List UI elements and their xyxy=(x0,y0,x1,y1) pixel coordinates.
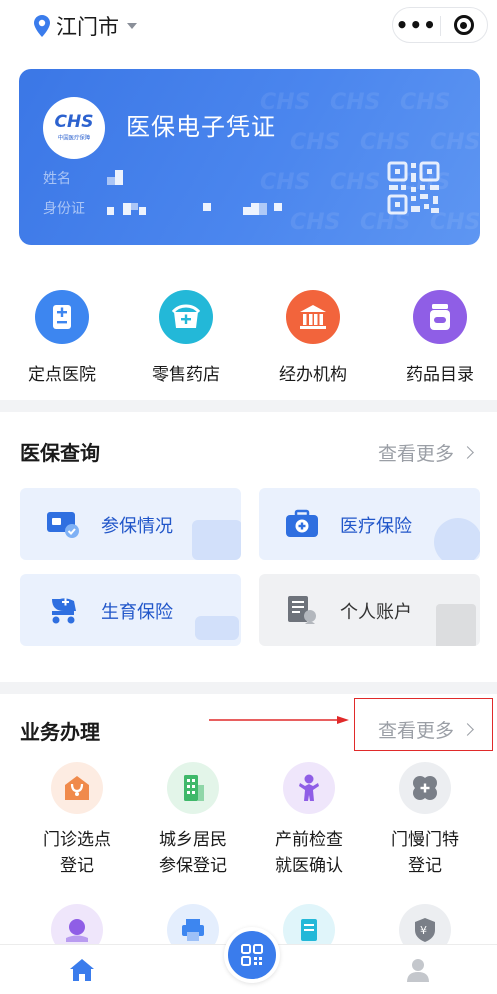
section-title: 业务办理 xyxy=(20,720,100,744)
chs-logo-text: CHS xyxy=(54,112,94,132)
tile-watermark xyxy=(434,518,480,560)
service-label-line2: 就医确认 xyxy=(275,856,343,876)
query-tile-personal-account[interactable]: 个人账户 xyxy=(259,574,480,646)
more-dots-icon: ••• xyxy=(395,13,437,37)
scan-button[interactable] xyxy=(224,927,280,983)
card-title: 医保电子凭证 xyxy=(126,113,276,141)
quick-entry-hospital[interactable]: 定点医院 xyxy=(7,290,117,385)
svg-text:CHS: CHS xyxy=(330,170,380,195)
insured-card-icon xyxy=(47,512,79,538)
svg-text:CHS: CHS xyxy=(330,90,380,115)
qr-scan-icon xyxy=(241,944,263,966)
service-label-line1: 门慢门特 xyxy=(391,830,459,850)
home-icon xyxy=(70,959,94,981)
tile-label: 医疗保险 xyxy=(340,516,412,537)
service-label-line2: 登记 xyxy=(408,856,442,876)
chs-logo-subtitle: 中国医疗保障 xyxy=(57,135,91,142)
name-label: 姓名 xyxy=(43,171,71,187)
service-resident-enrollment[interactable]: 城乡居民 参保登记 xyxy=(133,762,253,879)
svg-text:CHS: CHS xyxy=(260,170,310,195)
top-bar: 江门市 ••• xyxy=(0,0,497,52)
account-book-icon xyxy=(288,596,316,624)
query-tile-medical-insurance[interactable]: 医疗保险 xyxy=(259,488,480,560)
clinic-select-icon xyxy=(51,762,103,814)
tile-label: 个人账户 xyxy=(340,602,412,623)
tab-home[interactable] xyxy=(62,957,102,987)
location-selector[interactable]: 江门市 xyxy=(34,11,137,41)
city-name: 江门市 xyxy=(56,15,119,39)
qr-code-icon[interactable] xyxy=(387,161,440,215)
query-more-link[interactable]: 查看更多 xyxy=(378,439,474,466)
quick-entry-pharmacy[interactable]: 零售药店 xyxy=(131,290,241,385)
query-tile-maternity-insurance[interactable]: 生育保险 xyxy=(20,574,241,646)
id-label: 身份证 xyxy=(43,201,85,217)
chevron-right-icon xyxy=(461,446,474,459)
mini-program-capsule: ••• xyxy=(392,7,488,43)
annotation-highlight-box xyxy=(354,698,493,751)
service-prenatal-check[interactable]: 产前检查 就医确认 xyxy=(249,762,369,879)
service-chronic-care[interactable]: 门慢门特 登记 xyxy=(365,762,485,879)
quick-entry-label: 定点医院 xyxy=(28,365,96,385)
quick-entry-label: 经办机构 xyxy=(279,365,347,385)
pharmacy-icon xyxy=(159,290,213,344)
service-label-line2: 参保登记 xyxy=(159,856,227,876)
profile-icon xyxy=(407,959,429,982)
close-target-icon xyxy=(453,15,474,35)
medical-insurance-card[interactable]: CHS CHS CHS CHS CHS CHS CHS CHS CHS CHS CHS CHS … xyxy=(19,69,480,245)
svg-text:CHS: CHS xyxy=(360,130,410,155)
caret-down-icon xyxy=(127,23,137,29)
quick-entry-label: 药品目录 xyxy=(406,365,474,385)
more-label: 查看更多 xyxy=(378,443,455,465)
close-button[interactable] xyxy=(440,8,487,42)
query-tile-insured-status[interactable]: 参保情况 xyxy=(20,488,241,560)
service-label-line1: 产前检查 xyxy=(275,830,343,850)
tile-watermark xyxy=(195,616,239,640)
tab-profile[interactable] xyxy=(398,957,438,987)
svg-text:CHS: CHS xyxy=(290,210,340,235)
annotation-arrow xyxy=(209,716,349,724)
svg-text:CHS: CHS xyxy=(400,90,450,115)
chs-logo: CHS 中国医疗保障 xyxy=(43,97,105,159)
service-label-line1: 城乡居民 xyxy=(159,830,227,850)
location-pin-icon xyxy=(34,15,50,37)
svg-text:¥: ¥ xyxy=(420,924,427,937)
card-watermark: CHS CHS CHS CHS CHS CHS CHS CHS CHS CHS CHS CHS xyxy=(260,90,480,235)
hospital-icon xyxy=(35,290,89,344)
quick-entry-label: 零售药店 xyxy=(152,365,220,385)
stroller-icon xyxy=(52,598,76,624)
service-label-line2: 登记 xyxy=(60,856,94,876)
tile-label: 参保情况 xyxy=(101,516,173,537)
svg-text:CHS: CHS xyxy=(430,130,480,155)
tile-label: 生育保险 xyxy=(101,602,173,623)
service-clinic-selection[interactable]: 门诊选点 登记 xyxy=(17,762,137,879)
drug-catalog-icon xyxy=(413,290,467,344)
svg-text:CHS: CHS xyxy=(290,130,340,155)
institution-icon xyxy=(286,290,340,344)
quick-entry-institution[interactable]: 经办机构 xyxy=(258,290,368,385)
tile-watermark xyxy=(436,604,476,646)
quick-entry-drug-catalog[interactable]: 药品目录 xyxy=(385,290,495,385)
medical-kit-icon xyxy=(286,509,318,537)
chronic-care-icon xyxy=(399,762,451,814)
section-title: 医保查询 xyxy=(20,441,100,465)
insurance-query-section: 医保查询 查看更多 参保情况 医疗保险 生育保险 个人账户 xyxy=(0,412,497,682)
more-button[interactable]: ••• xyxy=(393,8,440,42)
service-label-line1: 门诊选点 xyxy=(43,830,111,850)
tile-watermark xyxy=(192,520,241,560)
prenatal-icon xyxy=(283,762,335,814)
building-icon xyxy=(167,762,219,814)
